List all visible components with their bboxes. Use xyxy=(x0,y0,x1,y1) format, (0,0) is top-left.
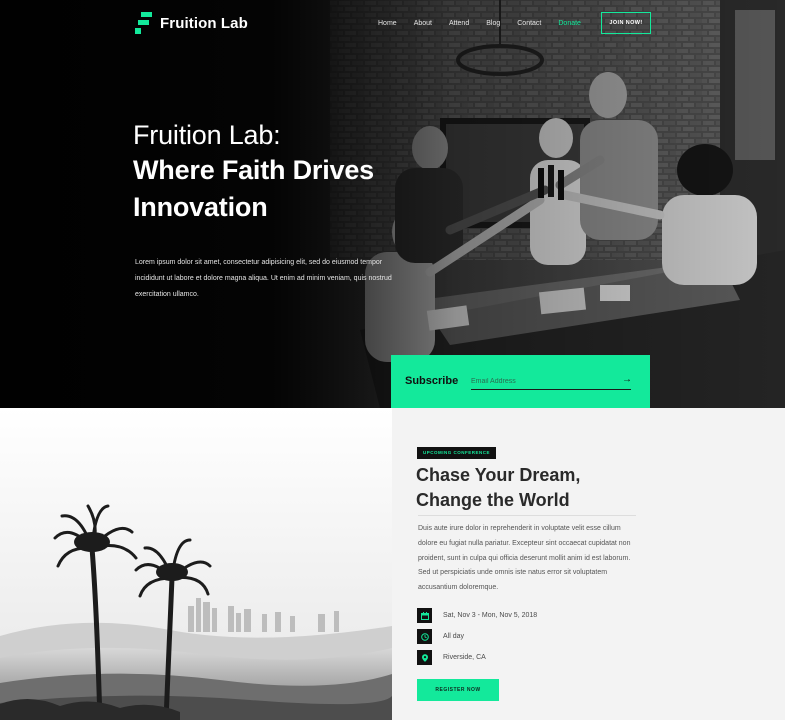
event-location: Riverside, CA xyxy=(443,654,486,661)
top-navigation: Fruition Lab Home About Attend Blog Cont… xyxy=(0,0,785,46)
nav-contact[interactable]: Contact xyxy=(517,19,541,29)
join-now-button[interactable]: JOIN NOW! xyxy=(601,12,651,34)
event-title-line-1: Chase Your Dream, xyxy=(416,465,581,485)
subscribe-label: Subscribe xyxy=(405,375,459,387)
calendar-icon xyxy=(417,608,432,623)
hero-heading: Fruition Lab: Where Faith Drives Innovat… xyxy=(133,118,403,226)
divider xyxy=(418,515,636,516)
event-panel: UPCOMING CONFERENCE Chase Your Dream, Ch… xyxy=(392,408,785,720)
brand-name: Fruition Lab xyxy=(160,14,248,32)
email-input[interactable] xyxy=(471,373,631,390)
hero-description: Lorem ipsum dolor sit amet, consectetur … xyxy=(135,259,392,298)
hero-title-line-1: Fruition Lab: xyxy=(133,120,281,150)
brand-logo[interactable]: Fruition Lab xyxy=(135,12,248,34)
arrow-right-icon[interactable]: → xyxy=(621,375,633,385)
nav-blog[interactable]: Blog xyxy=(486,19,500,29)
event-description: Duis aute irure dolor in reprehenderit i… xyxy=(418,525,631,592)
logo-mark-icon xyxy=(135,12,152,34)
upcoming-conference-badge: UPCOMING CONFERENCE xyxy=(417,447,497,459)
event-date: Sat, Nov 3 - Mon, Nov 5, 2018 xyxy=(443,612,538,619)
location-pin-icon xyxy=(417,650,432,665)
event-date-row: Sat, Nov 3 - Mon, Nov 5, 2018 xyxy=(417,608,537,623)
event-title-line-2: Change the World xyxy=(416,490,570,510)
nav-home[interactable]: Home xyxy=(378,19,397,29)
hero-section: Fruition Lab Home About Attend Blog Cont… xyxy=(0,0,785,408)
main-nav: Home About Attend Blog Contact Donate xyxy=(378,18,601,30)
city-palms-image xyxy=(0,408,392,720)
event-location-row: Riverside, CA xyxy=(417,650,486,665)
nav-donate[interactable]: Donate xyxy=(558,19,581,29)
clock-icon xyxy=(417,629,432,644)
register-now-button[interactable]: REGISTER NOW xyxy=(417,679,499,701)
event-title: Chase Your Dream, Change the World xyxy=(416,463,656,513)
event-time: All day xyxy=(443,633,465,640)
hero-title-line-2: Where Faith Drives xyxy=(133,155,374,185)
nav-about[interactable]: About xyxy=(414,19,432,29)
event-time-row: All day xyxy=(417,629,464,644)
palm-trees-skyline-illustration xyxy=(0,408,392,720)
hero-title-line-3: Innovation xyxy=(133,192,268,222)
subscribe-bar: Subscribe → xyxy=(391,355,650,408)
nav-attend[interactable]: Attend xyxy=(449,19,469,29)
